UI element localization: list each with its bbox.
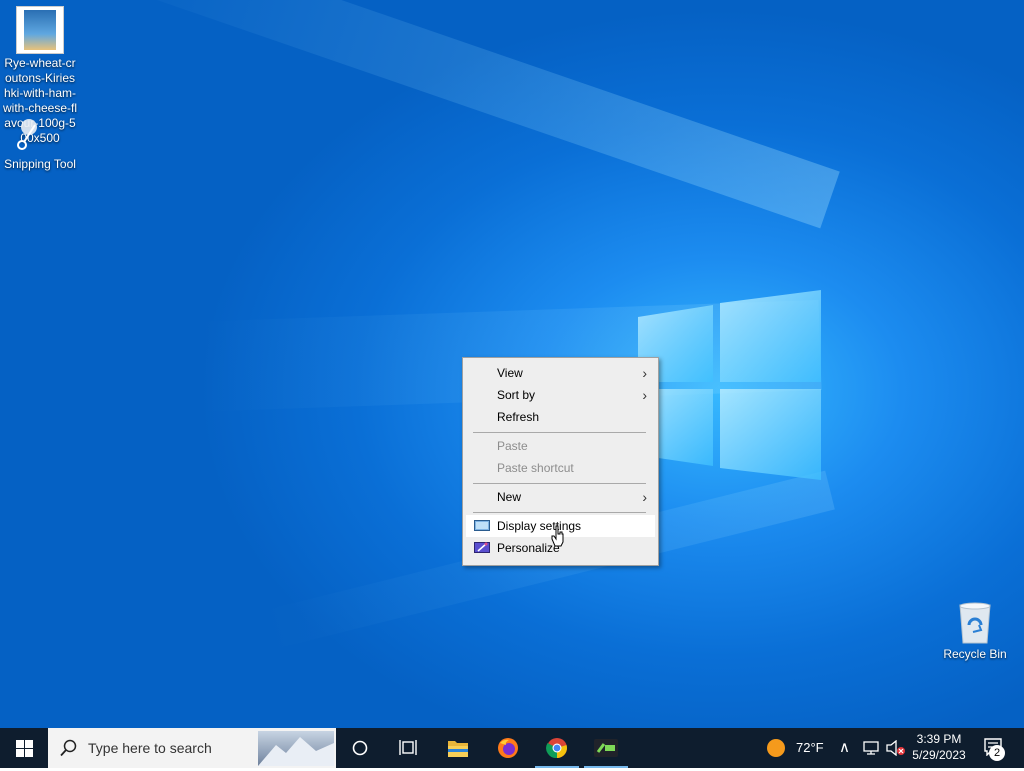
- cortana-button[interactable]: [336, 728, 384, 768]
- menu-item-label: Sort by: [497, 388, 536, 402]
- menu-separator: [473, 432, 646, 433]
- sun-weather-icon: [767, 739, 785, 757]
- menu-item-new[interactable]: New ›: [466, 486, 655, 508]
- menu-item-view[interactable]: View ›: [466, 362, 655, 384]
- chevron-right-icon: ›: [642, 387, 647, 403]
- taskbar: Type here to search 72°F ∧ 3:39 PM 5/29/…: [0, 728, 1024, 768]
- windows-start-icon: [16, 740, 33, 757]
- search-highlight-image: [258, 731, 334, 766]
- menu-item-label: Paste: [497, 439, 528, 453]
- notification-badge: 2: [989, 745, 1005, 761]
- menu-item-paste[interactable]: Paste: [466, 435, 655, 457]
- recycle-bin-icon: [955, 601, 995, 645]
- cortana-icon: [352, 740, 368, 756]
- menu-item-label: Refresh: [497, 410, 540, 424]
- search-icon: [60, 739, 77, 757]
- display-icon: [474, 520, 490, 531]
- clock-time: 3:39 PM: [916, 732, 962, 746]
- terminal-app-icon: [594, 739, 618, 757]
- terminal-app-button[interactable]: [582, 728, 630, 768]
- firefox-icon: [498, 738, 518, 758]
- volume-muted-icon[interactable]: [886, 740, 906, 756]
- menu-item-refresh[interactable]: Refresh: [466, 406, 655, 428]
- weather-temperature[interactable]: 72°F: [796, 740, 824, 755]
- desktop-icon-label: Recycle Bin: [943, 647, 1007, 661]
- start-button[interactable]: [0, 728, 48, 768]
- menu-item-label: New: [497, 490, 522, 504]
- action-center-button[interactable]: 2: [976, 728, 1024, 768]
- desktop-icon-recycle-bin[interactable]: Recycle Bin: [935, 601, 1015, 662]
- chevron-up-icon[interactable]: ∧: [839, 738, 850, 756]
- clock-date: 5/29/2023: [912, 748, 966, 762]
- menu-separator: [473, 483, 646, 484]
- chevron-right-icon: ›: [642, 489, 647, 505]
- desktop-icon-snipping-tool[interactable]: Snipping Tool: [0, 157, 80, 172]
- task-view-icon: [399, 740, 417, 755]
- menu-item-paste-shortcut[interactable]: Paste shortcut: [466, 457, 655, 479]
- menu-item-label: Paste shortcut: [497, 461, 574, 475]
- menu-item-sort-by[interactable]: Sort by ›: [466, 384, 655, 406]
- clock[interactable]: 3:39 PM 5/29/2023: [910, 731, 968, 763]
- firefox-button[interactable]: [484, 728, 532, 768]
- desktop[interactable]: Rye-wheat-croutons-Kirieshki-with-ham-wi…: [0, 0, 1024, 728]
- menu-separator: [473, 512, 646, 513]
- menu-item-label: Display settings: [497, 519, 582, 533]
- search-box[interactable]: Type here to search: [48, 728, 336, 768]
- desktop-icon-label: Snipping Tool: [4, 157, 76, 171]
- search-placeholder: Type here to search: [88, 740, 212, 756]
- windows-logo: [638, 290, 821, 480]
- personalize-icon: [474, 542, 490, 553]
- menu-item-label: View: [497, 366, 523, 380]
- light-beam: [92, 0, 840, 229]
- chrome-icon: [546, 738, 567, 759]
- file-explorer-icon: [448, 741, 468, 757]
- task-view-button[interactable]: [384, 728, 432, 768]
- snipping-tool-icon: [15, 117, 47, 153]
- chrome-button[interactable]: [533, 728, 581, 768]
- cursor-pointer-icon: [551, 525, 564, 547]
- chevron-right-icon: ›: [642, 365, 647, 381]
- network-icon[interactable]: [863, 741, 879, 755]
- image-file-icon: [16, 6, 64, 54]
- file-explorer-button[interactable]: [434, 728, 482, 768]
